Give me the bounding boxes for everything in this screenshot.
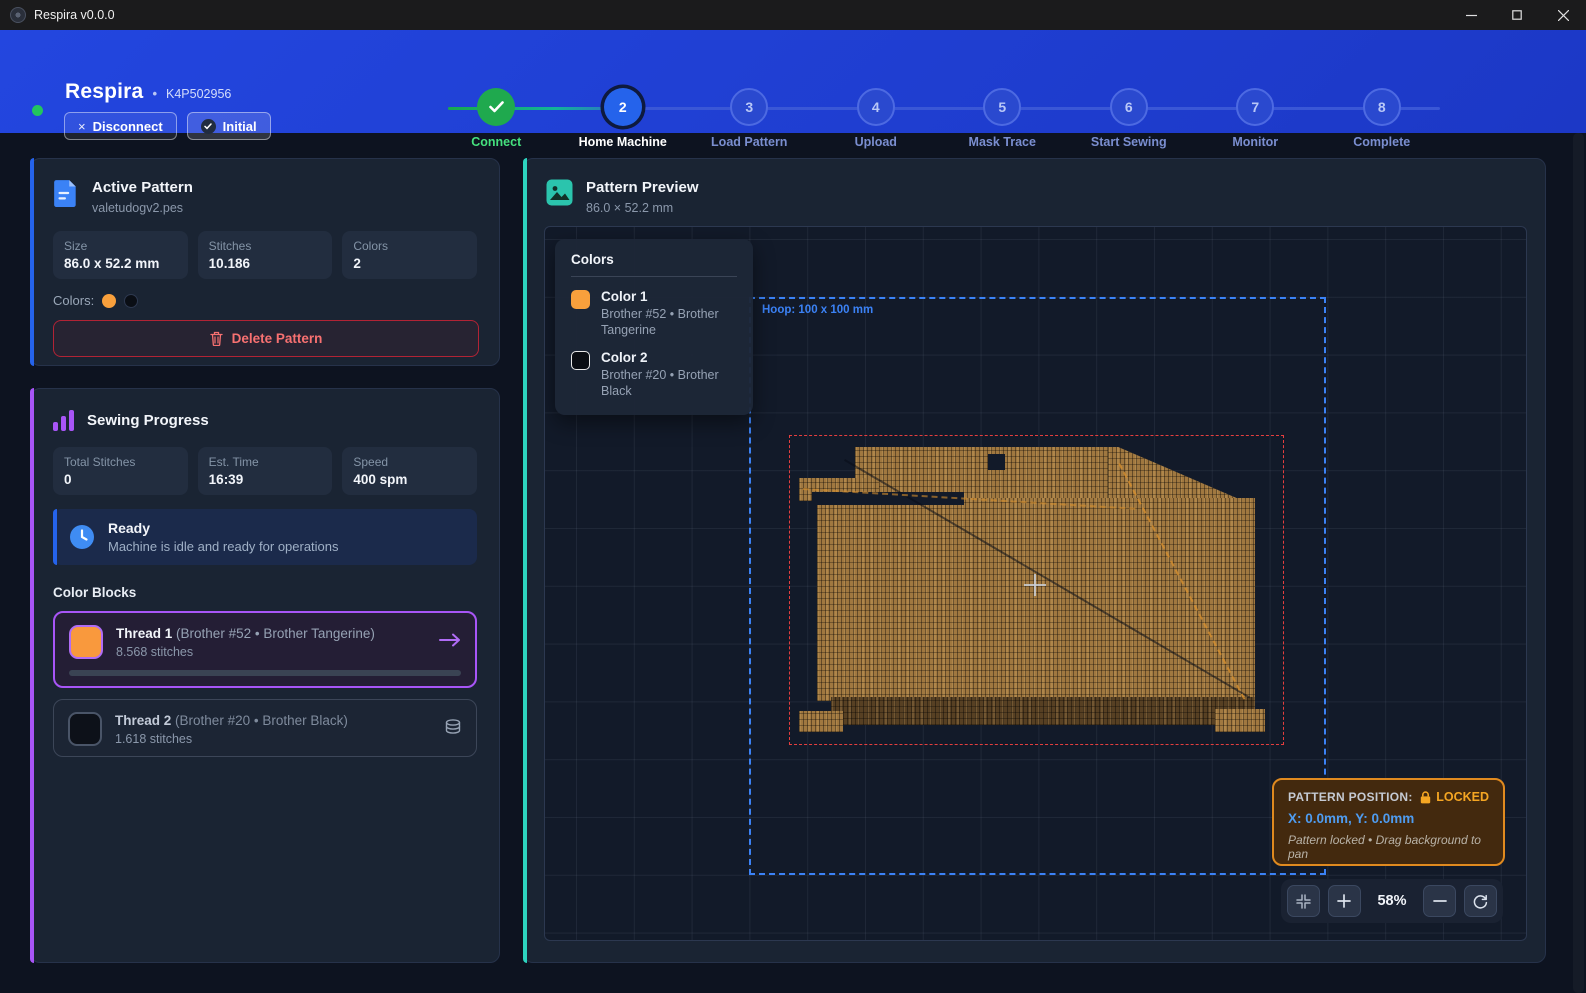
status-description: Machine is idle and ready for operations	[108, 539, 339, 554]
colors-label: Colors:	[53, 293, 94, 308]
image-icon	[546, 179, 573, 206]
stat-colors: Colors 2	[342, 231, 477, 279]
pattern-preview-title: Pattern Preview	[586, 179, 699, 196]
center-crosshair-v	[1034, 574, 1036, 596]
card-accent-blue	[30, 158, 34, 366]
arrow-right-icon	[439, 633, 461, 652]
step-complete[interactable]: 8 Complete	[1319, 88, 1446, 154]
initial-button[interactable]: Initial	[187, 112, 271, 140]
sewing-progress-title: Sewing Progress	[87, 412, 209, 429]
step-connect[interactable]: Connect	[433, 88, 560, 154]
header: Respira • K4P502956 × Disconnect Initial	[0, 30, 1586, 133]
color-dot-1	[102, 294, 116, 308]
stat-stitches: Stitches 10.186	[198, 231, 333, 279]
disconnect-button[interactable]: × Disconnect	[64, 112, 177, 140]
pattern-position-label: PATTERN POSITION:	[1288, 790, 1413, 804]
connection-status-dot	[32, 105, 43, 116]
workflow-stepper: Connect 2 Home Machine 3 Load Pattern 4 …	[433, 88, 1445, 154]
thread-1-swatch	[69, 625, 103, 659]
zoom-out-button[interactable]	[1423, 885, 1456, 917]
legend-item-color-2: Color 2 Brother #20 • Brother Black	[571, 350, 737, 399]
bar-chart-icon	[53, 409, 74, 431]
step-connect-check-icon	[477, 88, 515, 126]
pattern-coordinates: X: 0.0mm, Y: 0.0mm	[1288, 811, 1489, 826]
machine-serial: K4P502956	[166, 87, 231, 101]
pattern-position-hint: Pattern locked • Drag background to pan	[1288, 833, 1489, 861]
zoom-level: 58%	[1369, 893, 1415, 909]
delete-pattern-button[interactable]: Delete Pattern	[53, 320, 479, 357]
serial-bullet: •	[152, 86, 157, 101]
titlebar: Respira v0.0.0	[0, 0, 1586, 30]
disconnect-x-icon: ×	[78, 119, 86, 134]
zoom-in-button[interactable]	[1328, 885, 1361, 917]
stat-speed: Speed 400 spm	[342, 447, 477, 495]
pattern-bounds	[789, 435, 1284, 745]
app-logo-icon	[10, 7, 26, 23]
lock-icon	[1420, 791, 1431, 804]
legend-item-color-1: Color 1 Brother #52 • Brother Tangerine	[571, 289, 737, 338]
scrollbar[interactable]	[1573, 133, 1584, 993]
thread-2-swatch	[68, 712, 102, 746]
legend-swatch-1	[571, 290, 590, 309]
preview-canvas[interactable]: Colors Color 1 Brother #52 • Brother Tan…	[544, 226, 1527, 941]
initial-check-icon	[201, 119, 216, 134]
card-accent-purple	[30, 388, 34, 963]
zoom-toolbar: 58%	[1281, 879, 1503, 923]
maximize-button[interactable]	[1494, 0, 1540, 30]
legend-title: Colors	[571, 252, 737, 277]
app-name: Respira	[65, 80, 143, 104]
machine-status-banner: Ready Machine is idle and ready for oper…	[53, 509, 477, 565]
step-home-machine[interactable]: 2 Home Machine	[560, 88, 687, 154]
stat-est-time: Est. Time 16:39	[198, 447, 333, 495]
active-pattern-card: Active Pattern valetudogv2.pes Size 86.0…	[30, 158, 500, 366]
trash-icon	[210, 331, 223, 346]
stat-total-stitches: Total Stitches 0	[53, 447, 188, 495]
pattern-preview-card: Pattern Preview 86.0 × 52.2 mm Colors Co…	[523, 158, 1546, 963]
thread-2-block[interactable]: Thread 2 (Brother #20 • Brother Black) 1…	[53, 699, 477, 757]
window-title: Respira v0.0.0	[34, 8, 115, 22]
sewing-progress-card: Sewing Progress Total Stitches 0 Est. Ti…	[30, 388, 500, 963]
legend-swatch-2	[571, 351, 590, 370]
colors-legend: Colors Color 1 Brother #52 • Brother Tan…	[555, 239, 753, 415]
status-accent	[53, 509, 57, 565]
stat-size: Size 86.0 x 52.2 mm	[53, 231, 188, 279]
step-load-pattern[interactable]: 3 Load Pattern	[686, 88, 813, 154]
layers-icon	[444, 718, 462, 741]
lock-state-badge: LOCKED	[1436, 790, 1489, 804]
minimize-button[interactable]	[1448, 0, 1494, 30]
pattern-dimensions: 86.0 × 52.2 mm	[586, 201, 699, 215]
fit-view-button[interactable]	[1287, 885, 1320, 917]
app-window: Respira v0.0.0 Respira • K4P502956 × Dis…	[0, 0, 1586, 993]
file-icon	[53, 179, 79, 207]
reset-view-button[interactable]	[1464, 885, 1497, 917]
color-dot-2	[124, 294, 138, 308]
step-upload[interactable]: 4 Upload	[813, 88, 940, 154]
active-pattern-filename: valetudogv2.pes	[92, 201, 193, 215]
step-mask-trace[interactable]: 5 Mask Trace	[939, 88, 1066, 154]
card-accent-teal	[523, 158, 527, 963]
pattern-position-overlay: PATTERN POSITION: LOCKED X: 0.0mm, Y: 0.…	[1272, 778, 1505, 866]
step-monitor[interactable]: 7 Monitor	[1192, 88, 1319, 154]
active-pattern-title: Active Pattern	[92, 179, 193, 196]
close-button[interactable]	[1540, 0, 1586, 30]
status-title: Ready	[108, 520, 339, 536]
hoop-label: Hoop: 100 x 100 mm	[762, 304, 873, 316]
step-start-sewing[interactable]: 6 Start Sewing	[1066, 88, 1193, 154]
thread-1-progress-bar	[69, 670, 461, 676]
thread-1-block[interactable]: Thread 1 (Brother #52 • Brother Tangerin…	[53, 611, 477, 688]
color-blocks-label: Color Blocks	[31, 565, 499, 600]
clock-icon	[69, 524, 95, 550]
